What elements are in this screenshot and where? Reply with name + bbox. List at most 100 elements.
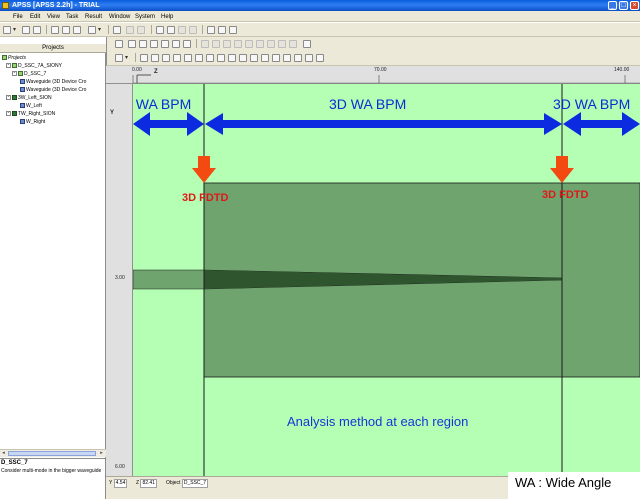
fdtd-label-2: 3D FDTD — [542, 189, 589, 201]
select-icon[interactable] — [128, 40, 136, 48]
save-icon[interactable] — [33, 26, 41, 34]
top-ruler: 0.00 70.00 140.00 Z — [106, 66, 640, 84]
ring-icon[interactable] — [261, 54, 269, 62]
tree-item[interactable]: -3W_Left_SION — [6, 94, 52, 102]
status-object: Object D_SSC_7 — [166, 479, 209, 488]
menu-help[interactable]: Help — [161, 13, 173, 21]
minimize-button[interactable]: _ — [608, 1, 617, 10]
calculate-icon[interactable] — [156, 26, 164, 34]
main-toolbar — [0, 23, 640, 37]
scroll-right-icon[interactable]: ▸ — [98, 450, 105, 457]
close-button[interactable]: × — [630, 1, 639, 10]
left-ruler: 3.00 6.00 Y — [106, 84, 133, 476]
menu-file[interactable]: File — [13, 13, 23, 21]
menu-result[interactable]: Result — [85, 13, 102, 21]
cube-icon — [12, 95, 17, 101]
align-right-icon[interactable] — [234, 40, 242, 48]
tile-horizontal-icon[interactable] — [218, 26, 226, 34]
table-icon[interactable] — [303, 40, 311, 48]
align-bottom-icon[interactable] — [256, 40, 264, 48]
run-icon[interactable] — [126, 26, 134, 34]
maximize-button[interactable]: □ — [619, 1, 628, 10]
bend-icon[interactable] — [228, 54, 236, 62]
description-title: D_SSC_7 — [1, 460, 28, 466]
editor-toolbar — [106, 37, 640, 66]
tree-item[interactable]: - D_SSC_7A_SIONY — [6, 62, 62, 70]
diagram-area[interactable]: 3D WA BPM 3D WA BPM 3D WA BPM 3D FDTD 3D… — [133, 84, 640, 476]
fdtd-label-1: 3D FDTD — [182, 192, 229, 204]
zoom-out-icon[interactable] — [150, 40, 158, 48]
parallelogram-icon[interactable] — [151, 54, 159, 62]
snap-icon[interactable] — [212, 40, 220, 48]
export-icon[interactable] — [178, 26, 186, 34]
copy-icon[interactable] — [62, 26, 70, 34]
align-center-icon[interactable] — [267, 40, 275, 48]
align-top-icon[interactable] — [245, 40, 253, 48]
mirror-icon[interactable] — [289, 40, 297, 48]
menu-view[interactable]: View — [47, 13, 60, 21]
grid-icon[interactable] — [201, 40, 209, 48]
menu-bar: File Edit View Task Result Window System… — [0, 11, 640, 22]
align-left-icon[interactable] — [223, 40, 231, 48]
layout-icon[interactable] — [115, 40, 123, 48]
tree-item[interactable]: W_Left — [20, 102, 42, 110]
scroll-left-icon[interactable]: ◂ — [0, 450, 7, 457]
paste-icon[interactable] — [73, 26, 81, 34]
line-icon[interactable] — [162, 54, 170, 62]
draw-mode-icon[interactable] — [115, 54, 128, 62]
source-icon[interactable] — [294, 54, 302, 62]
title-bar: APSS [APSS 2.2h] - TRIAL _ □ × — [0, 0, 640, 11]
object-name: D_SSC_7 — [181, 479, 209, 488]
arc-icon[interactable] — [250, 54, 258, 62]
tree-item[interactable]: Waveguide (3D Device Cro — [20, 86, 86, 94]
text-tool-icon[interactable] — [316, 54, 324, 62]
open-folder-icon[interactable] — [22, 26, 30, 34]
polygon-icon[interactable] — [173, 54, 181, 62]
tree-item[interactable]: Waveguide (3D Device Cro — [20, 78, 86, 86]
settings-icon[interactable] — [113, 26, 121, 34]
graph-icon[interactable] — [167, 26, 175, 34]
port-icon[interactable] — [283, 54, 291, 62]
cascade-windows-icon[interactable] — [207, 26, 215, 34]
circle-icon[interactable] — [184, 54, 192, 62]
menu-edit[interactable]: Edit — [30, 13, 40, 21]
menu-task[interactable]: Task — [66, 13, 78, 21]
zoom-window-icon[interactable] — [172, 40, 180, 48]
grating-icon[interactable] — [272, 54, 280, 62]
zoom-fit-icon[interactable] — [161, 40, 169, 48]
tree-item[interactable]: - D_SSC_7 — [12, 70, 46, 78]
sbend-icon[interactable] — [239, 54, 247, 62]
scrollbar-thumb[interactable] — [8, 451, 96, 456]
waveguide-icon — [20, 79, 25, 85]
projects-icon — [2, 55, 7, 61]
projects-horizontal-scrollbar[interactable]: ◂ ▸ — [0, 449, 106, 457]
hexagon-icon[interactable] — [206, 54, 214, 62]
tile-vertical-icon[interactable] — [229, 26, 237, 34]
projects-panel: Projects Projects - D_SSC_7A_SIONY - D_SSC… — [0, 44, 106, 458]
rectangle-icon[interactable] — [140, 54, 148, 62]
taper-icon[interactable] — [217, 54, 225, 62]
tick-label: 3.00 — [115, 275, 125, 281]
menu-system[interactable]: System — [135, 13, 155, 21]
tree-item[interactable]: - TW_Right_SION — [6, 110, 55, 118]
stop-icon[interactable] — [137, 26, 145, 34]
bpm-label-2: 3D WA BPM — [329, 96, 407, 112]
ellipse-icon[interactable] — [195, 54, 203, 62]
import-icon[interactable] — [189, 26, 197, 34]
wide-angle-legend: WA : Wide Angle — [515, 475, 612, 490]
tree-item[interactable]: W_Right — [20, 118, 45, 126]
zoom-in-icon[interactable] — [139, 40, 147, 48]
distribute-icon[interactable] — [278, 40, 286, 48]
status-z: Z 82.41 — [136, 479, 157, 488]
tree-root[interactable]: Projects — [2, 54, 26, 62]
bpm-arrow-3 — [563, 112, 640, 136]
pan-icon[interactable] — [183, 40, 191, 48]
bpm-label-3: 3D WA BPM — [553, 96, 631, 112]
monitor-icon[interactable] — [305, 54, 313, 62]
new-file-icon[interactable] — [3, 26, 16, 34]
print-icon[interactable] — [88, 26, 101, 34]
folder-icon — [18, 71, 23, 77]
projects-panel-header: Projects — [0, 44, 106, 53]
menu-window[interactable]: Window — [109, 13, 130, 21]
cut-icon[interactable] — [51, 26, 59, 34]
